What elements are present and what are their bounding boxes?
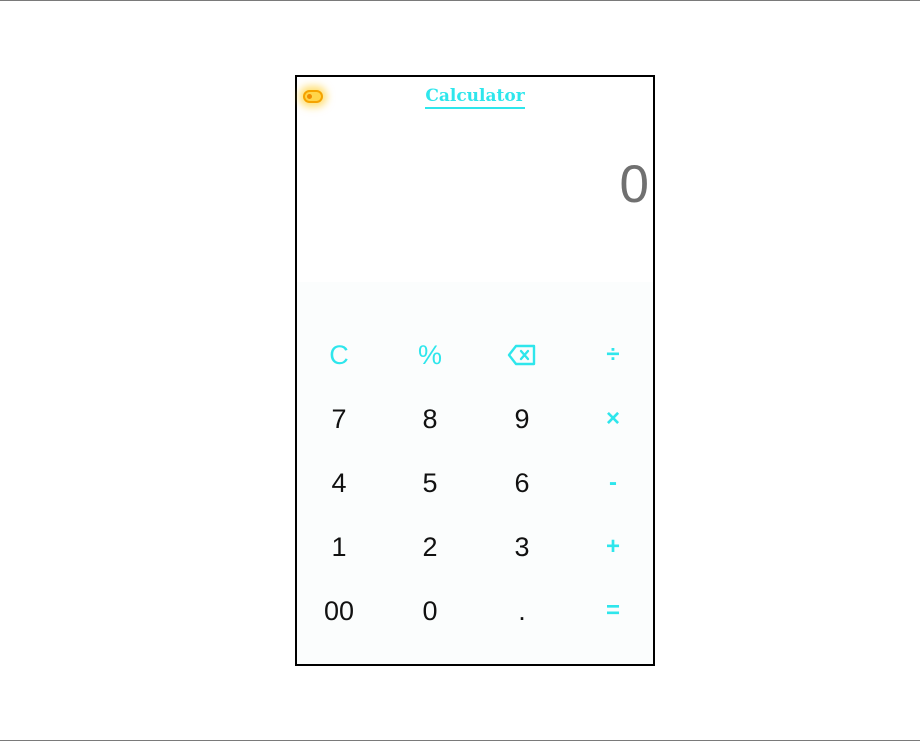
calculator-display: 0 [297,117,653,282]
app-title: Calculator [297,86,653,109]
app-title-text: Calculator [425,87,525,109]
digit-0-button[interactable]: 0 [390,586,470,636]
digit-9-button[interactable]: 9 [482,394,562,444]
digit-5-button[interactable]: 5 [390,458,470,508]
window-top-border [0,0,920,1]
calculator-panel: Calculator 0 C % ÷ 7 8 9 × 4 5 6 - 1 2 3… [295,75,655,666]
decimal-button[interactable]: . [482,586,562,636]
subtract-button[interactable]: - [573,458,653,508]
percent-button[interactable]: % [390,330,470,380]
clear-button[interactable]: C [299,330,379,380]
keypad: C % ÷ 7 8 9 × 4 5 6 - 1 2 3 + 00 0 . = [297,282,653,664]
digit-8-button[interactable]: 8 [390,394,470,444]
display-value: 0 [619,155,649,214]
digit-1-button[interactable]: 1 [299,522,379,572]
backspace-icon [507,344,536,366]
digit-2-button[interactable]: 2 [390,522,470,572]
digit-4-button[interactable]: 4 [299,458,379,508]
calculator-header: Calculator [297,77,653,117]
double-zero-button[interactable]: 00 [299,586,379,636]
digit-6-button[interactable]: 6 [482,458,562,508]
multiply-button[interactable]: × [573,394,653,444]
digit-7-button[interactable]: 7 [299,394,379,444]
add-button[interactable]: + [573,522,653,572]
digit-3-button[interactable]: 3 [482,522,562,572]
equals-button[interactable]: = [573,586,653,636]
divide-button[interactable]: ÷ [573,330,653,380]
backspace-button[interactable] [482,330,562,380]
